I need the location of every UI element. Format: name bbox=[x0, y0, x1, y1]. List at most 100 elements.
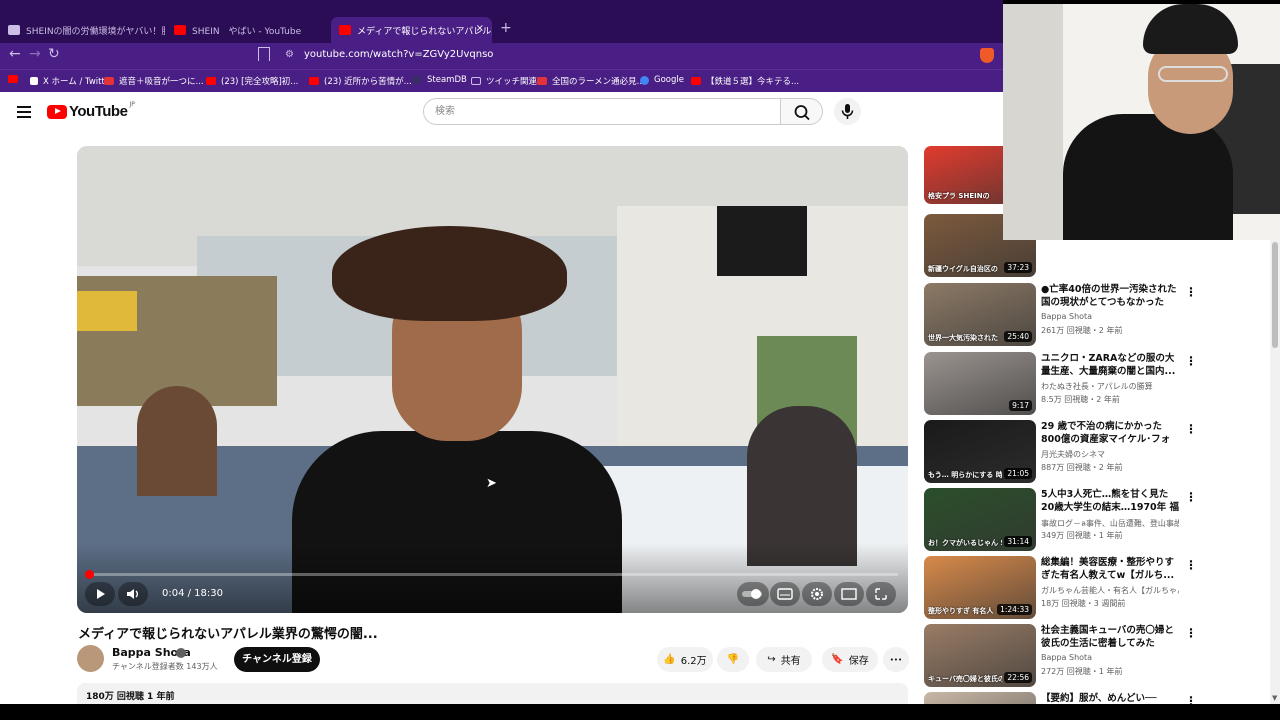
scrollbar-thumb[interactable] bbox=[1272, 242, 1278, 348]
bookmark-item[interactable]: ツイッチ関連 bbox=[471, 75, 537, 87]
video-thumbnail[interactable]: 整形やりすぎ 有名人 1:24:33 bbox=[924, 556, 1036, 619]
like-count: 6.2万 bbox=[680, 656, 707, 667]
theater-icon bbox=[841, 588, 857, 600]
more-options-icon[interactable]: ⋮ bbox=[1185, 626, 1197, 640]
forward-button[interactable]: → bbox=[29, 46, 41, 62]
recommendation-channel[interactable]: わたぬき社長・アパレルの勝算 bbox=[1041, 381, 1179, 392]
bookmark-item[interactable]: SteamDB bbox=[412, 75, 467, 85]
bookmark-icon: 🔖 bbox=[831, 654, 844, 665]
bookmark-label: (23) 近所から苦情が... bbox=[324, 77, 412, 87]
view-count-and-date: 180万 回視聴 1 年前 bbox=[86, 692, 175, 702]
recommendation-item[interactable]: 9:17 ユニクロ・ZARAなどの服の大量生産、大量廃棄の闇と国内... ⋮ わたぬき… bbox=[924, 352, 1264, 416]
share-button[interactable]: ↪ 共有 bbox=[756, 647, 812, 672]
recommendation-channel[interactable]: Bappa Shota bbox=[1041, 312, 1179, 321]
youtube-logo[interactable]: YouTube JP bbox=[47, 101, 135, 120]
bookmark-item[interactable]: Google bbox=[640, 75, 684, 85]
recommendation-item[interactable]: 世界一大気汚染された 25:40 ●亡率40倍の世界一汚染された国の現状がとてつもな… bbox=[924, 283, 1264, 347]
recommendation-title[interactable]: 5人中3人死亡…熊を甘く見た20歳大学生の結末…1970年 福岡... bbox=[1041, 488, 1179, 514]
fullscreen-button[interactable] bbox=[866, 582, 896, 606]
scroll-down-arrow-icon[interactable]: ▼ bbox=[1272, 694, 1277, 702]
tab-title: メディアで報じられないアパレル業界の bbox=[357, 26, 492, 37]
description-box[interactable]: 180万 回視聴 1 年前 bbox=[77, 683, 908, 704]
more-options-icon[interactable]: ⋮ bbox=[1185, 285, 1197, 299]
voice-search-button[interactable] bbox=[834, 98, 861, 125]
more-options-icon[interactable]: ⋮ bbox=[1185, 422, 1197, 436]
more-options-icon[interactable]: ⋮ bbox=[1185, 694, 1197, 704]
brave-shield-icon[interactable] bbox=[980, 48, 994, 63]
autoplay-toggle[interactable] bbox=[737, 582, 769, 606]
thumbnail-text: お！クマがいるじゃん 5人中3人死亡 bbox=[928, 539, 1002, 547]
recommendation-item[interactable]: もう… 明らかにする 時が来まし21:0529 歳で不治の病にかかった800億の… bbox=[924, 420, 1264, 484]
recommendation-channel[interactable]: 事故ログ－ล事件、山岳遭難、登山事故... bbox=[1041, 517, 1179, 530]
browser-chrome: SHEINの闇の労働環境がヤバい！服が激 SHEIN やばい - YouTube… bbox=[0, 0, 1003, 92]
progress-bar[interactable] bbox=[87, 573, 898, 576]
more-options-icon[interactable]: ⋮ bbox=[1185, 354, 1197, 368]
bookmark-item[interactable]: (23) [完全攻略]初... bbox=[206, 75, 298, 87]
channel-avatar[interactable] bbox=[77, 645, 104, 672]
like-button[interactable]: 👍 6.2万 bbox=[657, 647, 713, 672]
video-thumbnail[interactable]: キューバ売〇婦と彼氏の 22:56 bbox=[924, 624, 1036, 687]
video-thumbnail[interactable]: 9:17 bbox=[924, 352, 1036, 415]
video-hanging-clothes bbox=[717, 206, 807, 276]
recommendation-channel[interactable]: Bappa Shota bbox=[1041, 653, 1179, 662]
address-bar[interactable]: youtube.com/watch?v=ZGVy2Uvqnso bbox=[304, 49, 493, 60]
video-player[interactable]: 0:04 / 18:30 ➤ bbox=[77, 146, 908, 613]
bookmark-item[interactable]: 【鉄道５選】今キテる... bbox=[691, 75, 799, 87]
recommendation-title[interactable]: ユニクロ・ZARAなどの服の大量生産、大量廃棄の闇と国内... bbox=[1041, 352, 1179, 378]
site-settings-icon[interactable]: ⚙ bbox=[285, 49, 294, 60]
video-thumbnail[interactable] bbox=[924, 692, 1036, 704]
more-actions-button[interactable]: ••• bbox=[883, 647, 909, 672]
captions-button[interactable] bbox=[770, 582, 800, 606]
recommendation-title[interactable]: ●亡率40倍の世界一汚染された国の現状がとてつもなかった bbox=[1041, 283, 1179, 309]
webcam-overlay bbox=[1003, 4, 1280, 240]
bookmark-label: (23) [完全攻略]初... bbox=[221, 77, 299, 87]
progress-scrubber[interactable] bbox=[85, 570, 94, 579]
recommendation-item[interactable]: キューバ売〇婦と彼氏の 22:56 社会主義国キューバの売〇婦と彼氏の生活に密着して… bbox=[924, 624, 1264, 688]
volume-button[interactable] bbox=[118, 582, 148, 606]
bookmark-label: 遮音＋吸音が一つに... bbox=[119, 77, 204, 87]
recommendation-title[interactable]: 29 歳で不治の病にかかった800億の資産家マイケル･フォック... bbox=[1041, 420, 1179, 446]
recommendation-channel[interactable]: 月光夫婦のシネマ bbox=[1041, 449, 1179, 460]
share-icon: ↪ bbox=[767, 654, 776, 665]
theater-mode-button[interactable] bbox=[834, 582, 864, 606]
video-thumbnail[interactable]: お！クマがいるじゃん 5人中3人死亡31:14 bbox=[924, 488, 1036, 551]
thumbs-up-icon: 👍 bbox=[663, 654, 676, 665]
recommendation-title[interactable]: 社会主義国キューバの売〇婦と彼氏の生活に密着してみた bbox=[1041, 624, 1179, 650]
tab-1[interactable]: SHEINの闇の労働環境がヤバい！服が激 bbox=[0, 17, 165, 43]
bookmark-item[interactable]: (23) 近所から苦情が... bbox=[309, 75, 412, 87]
save-button[interactable]: 🔖 保存 bbox=[822, 647, 878, 672]
video-duration: 9:17 bbox=[1009, 400, 1032, 411]
search-input[interactable]: 検索 bbox=[423, 98, 781, 125]
bookmark-item[interactable]: 遮音＋吸音が一つに... bbox=[104, 75, 204, 87]
bookmark-icon[interactable] bbox=[258, 47, 270, 61]
recommendation-title[interactable]: 総集編！美容医療・整形やりすぎた有名人教えてw【ガルち... bbox=[1041, 556, 1179, 582]
recommendation-item[interactable]: 【要約】服が、めんどい── ⋮ bbox=[924, 692, 1264, 704]
bookmark-item[interactable]: X ホーム / Twitter bbox=[30, 75, 114, 87]
video-thumbnail[interactable]: 世界一大気汚染された 25:40 bbox=[924, 283, 1036, 346]
steamdb-icon bbox=[412, 76, 422, 84]
new-tab-button[interactable]: + bbox=[500, 20, 512, 36]
bookmark-item[interactable]: 全国のラーメン通必見... bbox=[537, 75, 645, 87]
folder-icon bbox=[471, 77, 481, 85]
subscribe-button[interactable]: チャンネル登録 bbox=[234, 647, 320, 672]
video-thumbnail[interactable]: もう… 明らかにする 時が来まし21:05 bbox=[924, 420, 1036, 483]
tab-3-active[interactable]: メディアで報じられないアパレル業界の × bbox=[331, 17, 492, 43]
recommendation-item[interactable]: お！クマがいるじゃん 5人中3人死亡31:145人中3人死亡…熊を甘く見た20歳… bbox=[924, 488, 1264, 552]
reload-button[interactable]: ↻ bbox=[48, 46, 60, 62]
close-tab-icon[interactable]: × bbox=[476, 23, 484, 34]
search-button[interactable] bbox=[780, 98, 823, 125]
menu-icon[interactable] bbox=[17, 106, 31, 121]
bookmark-item[interactable] bbox=[8, 75, 18, 83]
back-button[interactable]: ← bbox=[9, 46, 21, 62]
tab-title: SHEINの闇の労働環境がヤバい！服が激 bbox=[26, 26, 165, 37]
webcam-person-body bbox=[1063, 114, 1233, 240]
play-button[interactable] bbox=[85, 582, 115, 606]
dislike-button[interactable]: 👎 bbox=[717, 647, 749, 672]
more-options-icon[interactable]: ⋮ bbox=[1185, 490, 1197, 504]
recommendation-item[interactable]: 整形やりすぎ 有名人 1:24:33 総集編！美容医療・整形やりすぎた有名人教えてw… bbox=[924, 556, 1264, 620]
recommendation-title[interactable]: 【要約】服が、めんどい── bbox=[1041, 692, 1179, 704]
recommendation-channel[interactable]: ガルちゃん芸能人・有名人【ガルちゃん... bbox=[1041, 585, 1179, 596]
settings-button[interactable] bbox=[802, 582, 832, 606]
more-options-icon[interactable]: ⋮ bbox=[1185, 558, 1197, 572]
tab-2[interactable]: SHEIN やばい - YouTube bbox=[166, 17, 329, 43]
